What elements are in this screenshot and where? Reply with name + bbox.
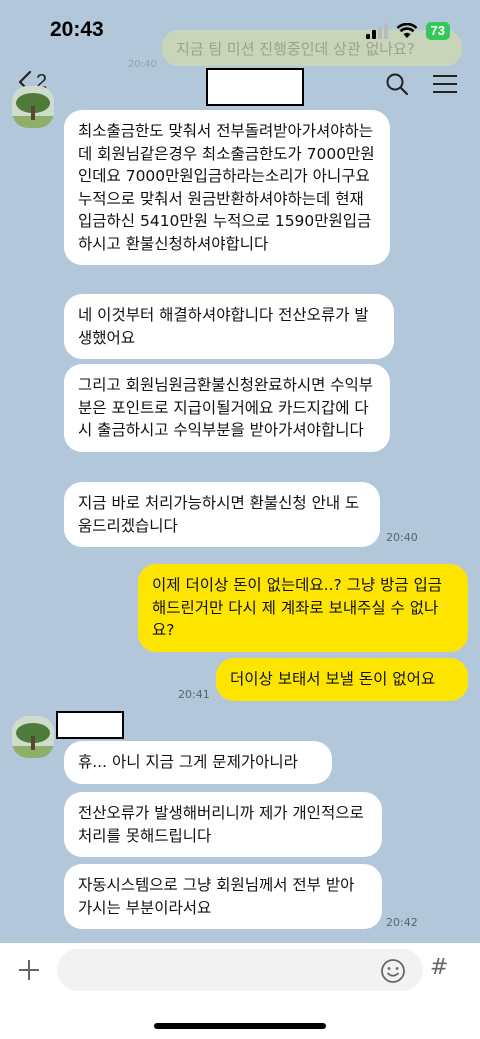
message-input[interactable] <box>57 949 423 991</box>
redacted-chat-title <box>206 68 304 106</box>
sender-avatar[interactable] <box>12 86 54 128</box>
signal-icon <box>365 23 388 39</box>
sender-avatar[interactable] <box>12 716 54 758</box>
wifi-icon <box>396 23 417 38</box>
hash-icon[interactable]: # <box>430 955 448 980</box>
menu-icon[interactable] <box>432 72 458 96</box>
received-message[interactable]: 전산오류가 발생해버리니까 제가 개인적으로 처리를 못해드립니다 <box>64 792 382 857</box>
sent-message[interactable]: 이제 더이상 돈이 없는데요..? 그냥 방금 입금해드린거만 다시 제 계좌로… <box>138 564 468 652</box>
received-message[interactable]: 휴... 아니 지금 그게 문제가아니라 <box>64 741 332 784</box>
home-indicator <box>154 1023 326 1029</box>
emoji-icon[interactable] <box>380 958 406 984</box>
message-time: 20:40 <box>386 531 418 544</box>
sent-message[interactable]: 더이상 보태서 보낼 돈이 없어요 <box>216 658 468 701</box>
status-time: 20:43 <box>50 18 104 41</box>
status-icons: 73 <box>365 22 450 40</box>
received-message[interactable]: 자동시스템으로 그냥 회원님께서 전부 받아가시는 부분이라서요 <box>64 864 382 929</box>
chat-header: 2 <box>0 62 480 108</box>
message-input-bar: # <box>0 943 480 1039</box>
message-time: 20:42 <box>386 916 418 929</box>
search-icon[interactable] <box>385 72 409 96</box>
message-time: 20:41 <box>178 688 210 701</box>
redacted-sender-name <box>56 711 124 739</box>
battery-indicator: 73 <box>425 22 450 40</box>
received-message[interactable]: 그리고 회원님원금환불신청완료하시면 수익부분은 포인트로 지급이될거에요 카드… <box>64 364 390 452</box>
received-message[interactable]: 지금 바로 처리가능하시면 환불신청 안내 도움드리겠습니다 <box>64 482 380 547</box>
tree-avatar-image <box>12 86 54 128</box>
received-message[interactable]: 최소출금한도 맞춰서 전부돌려받아가셔야하는데 회원님같은경우 최소출금한도가 … <box>64 110 390 265</box>
plus-icon[interactable] <box>16 957 42 983</box>
status-bar: 지금 팀 미션 진행중인데 상관 없나요? 20:40 20:43 73 <box>0 0 480 70</box>
tree-avatar-image <box>12 716 54 758</box>
received-message[interactable]: 네 이것부터 해결하셔야합니다 전산오류가 발생했어요 <box>64 294 394 359</box>
